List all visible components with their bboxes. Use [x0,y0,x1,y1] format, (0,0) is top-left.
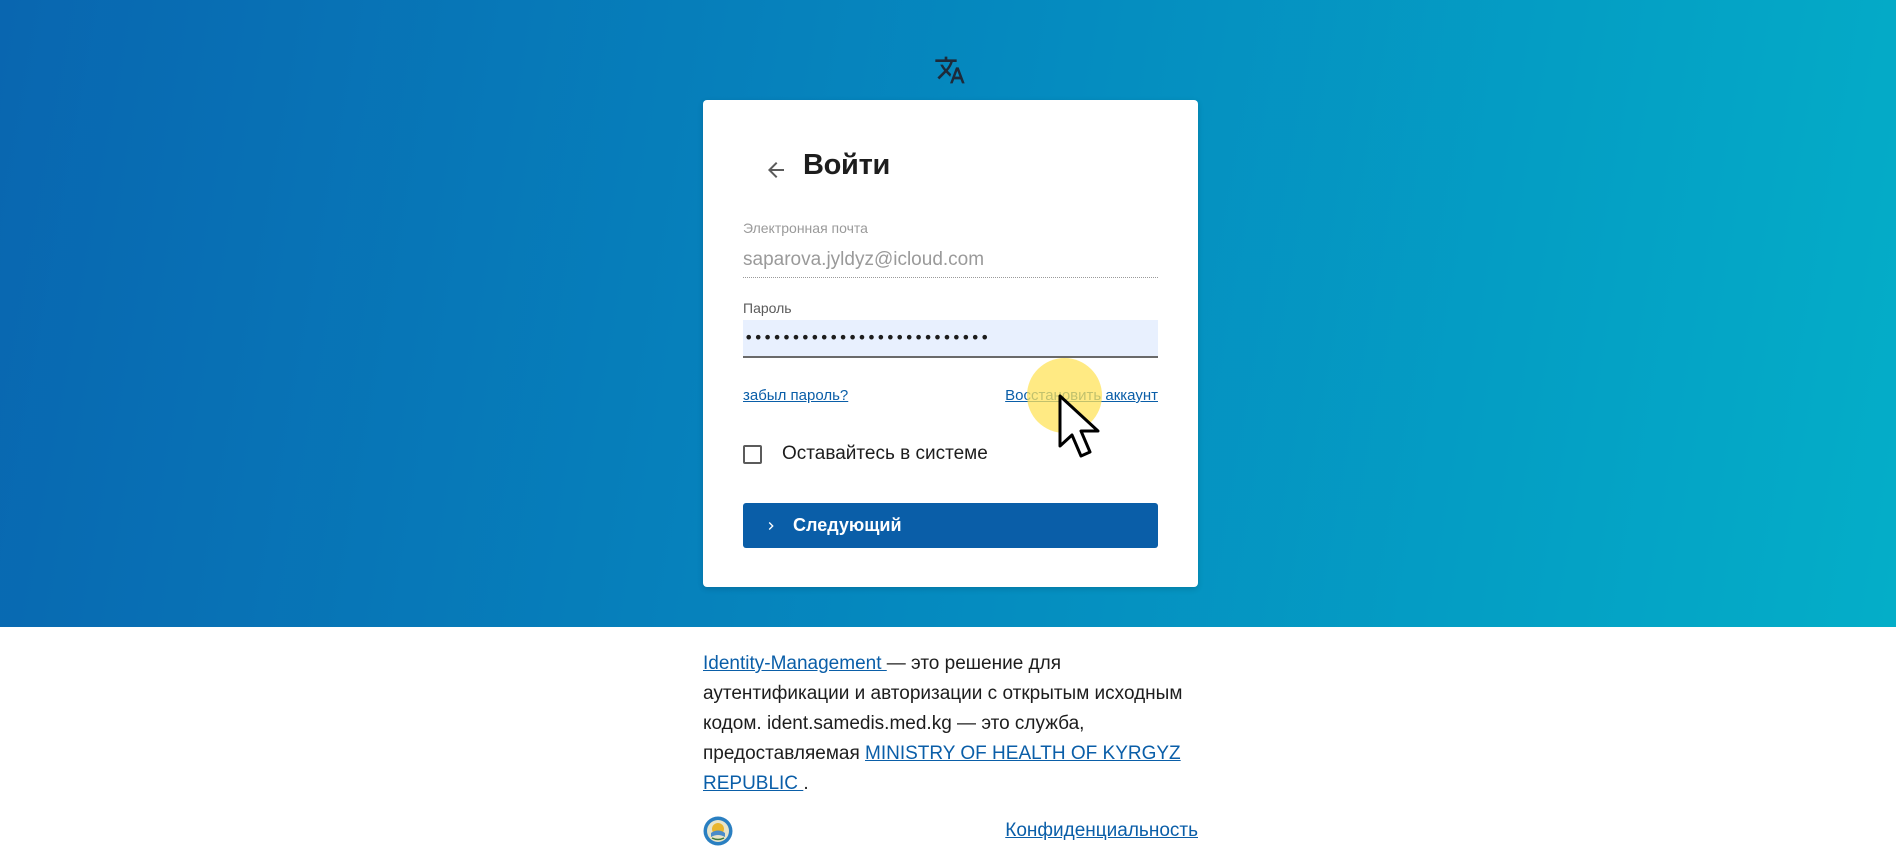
password-field[interactable]: •••••••••••••••••••••••••• [743,320,1158,358]
description-end: . [803,773,809,794]
forgot-password-link[interactable]: забыл пароль? [743,387,848,404]
email-label: Электронная почта [743,220,868,236]
next-button-label: Следующий [793,515,902,535]
chevron-right-icon [763,518,779,534]
stay-signed-in-checkbox[interactable] [743,444,762,464]
arrow-left-icon [768,162,784,178]
email-field[interactable]: saparova.jyldyz@icloud.com [743,247,1158,278]
service-description: Identity-Management — это решение для ау… [703,649,1208,799]
next-button[interactable]: Следующий [743,503,1158,548]
privacy-link[interactable]: Конфиденциальность [1005,820,1198,842]
password-label: Пароль [743,300,792,316]
translate-icon[interactable] [934,54,966,86]
login-card: Войти Электронная почта saparova.jyldyz@… [703,100,1198,587]
recover-account-link[interactable]: Восстановить аккаунт [1005,387,1158,404]
page-title: Войти [803,149,891,181]
kyrgyz-emblem-icon [703,816,733,846]
identity-management-link[interactable]: Identity-Management [703,653,887,674]
stay-signed-in-option[interactable]: Оставайтесь в системе [743,443,988,465]
back-button[interactable] [758,152,794,188]
stay-signed-in-label: Оставайтесь в системе [782,443,988,464]
